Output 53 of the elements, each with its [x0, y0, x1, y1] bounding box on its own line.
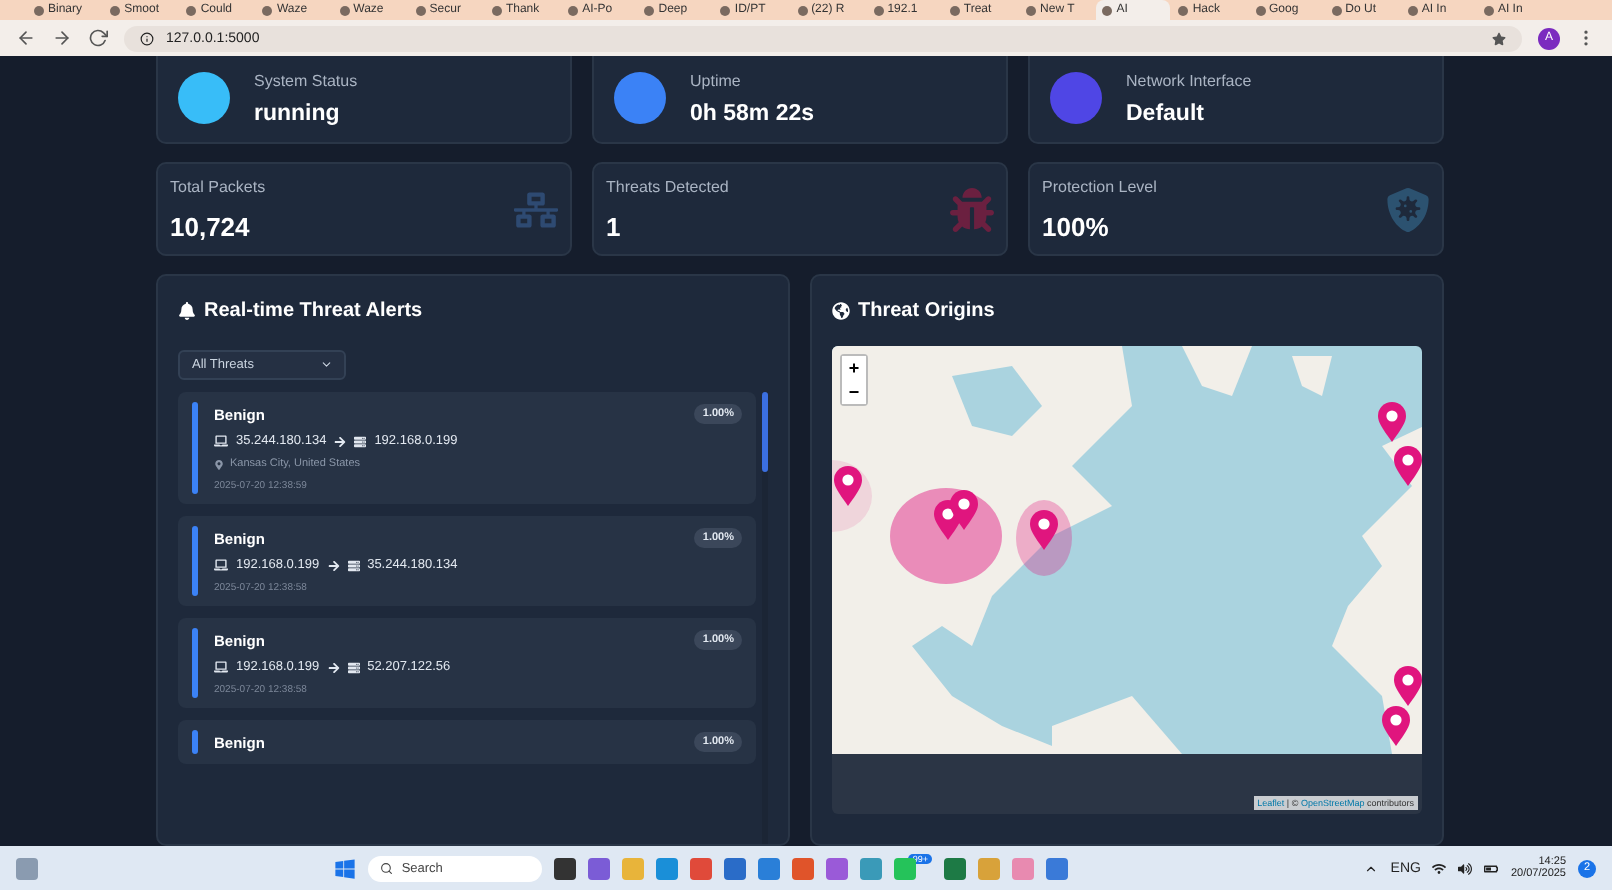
card-value: 10,724 [170, 211, 252, 241]
app-icon[interactable] [554, 857, 577, 879]
shield-icon [1386, 187, 1430, 231]
card-value: 1 [606, 211, 623, 241]
map-pin-icon[interactable] [1030, 510, 1058, 550]
card-value: Default [1126, 101, 1206, 125]
bug-icon [950, 187, 994, 231]
battery-icon[interactable] [1484, 861, 1499, 875]
panel-title: Threat Origins [858, 300, 995, 322]
arrow-icon [334, 435, 347, 447]
laptop-icon [214, 558, 228, 572]
card-label: Uptime [690, 71, 743, 89]
app-icon[interactable] [943, 857, 966, 879]
tray-chevron-icon[interactable] [1364, 861, 1379, 875]
back-icon[interactable] [16, 28, 36, 48]
server-icon [347, 661, 360, 673]
map-pin-icon[interactable] [1378, 402, 1406, 442]
location-pin-icon [214, 459, 224, 469]
card-label: Threats Detected [606, 177, 729, 195]
server-icon [354, 435, 367, 447]
map-pin-icon[interactable] [950, 490, 978, 530]
volume-icon[interactable] [1458, 861, 1473, 875]
globe-icon [832, 302, 850, 320]
scrollbar-thumb[interactable] [762, 392, 768, 472]
wifi-icon[interactable] [1432, 861, 1447, 875]
bell-icon [178, 302, 196, 320]
start-button[interactable] [334, 857, 357, 879]
info-icon[interactable] [140, 31, 154, 45]
arrow-icon [327, 661, 340, 673]
bookmark-star-icon[interactable] [1492, 31, 1506, 45]
map-pin-icon[interactable] [1394, 666, 1422, 706]
panel-title: Real-time Threat Alerts [204, 300, 423, 322]
server-icon [347, 559, 360, 571]
map-pin-icon[interactable] [834, 466, 862, 506]
search-icon [380, 861, 394, 875]
card-value: 0h 58m 22s [690, 101, 815, 125]
arrow-icon [327, 559, 340, 571]
card-value: 100% [1042, 211, 1111, 241]
reload-icon[interactable] [88, 28, 108, 48]
laptop-icon [214, 434, 228, 448]
card-label: System Status [254, 71, 358, 89]
card-label: Total Packets [170, 177, 266, 195]
laptop-icon [214, 660, 228, 674]
network-icon [514, 187, 558, 231]
card-value: running [254, 101, 342, 125]
card-label: Protection Level [1042, 177, 1157, 195]
card-label: Network Interface [1126, 71, 1252, 89]
map-pin-icon[interactable] [1382, 706, 1410, 746]
south-america-landmass [1052, 696, 1182, 754]
forward-icon[interactable] [52, 28, 72, 48]
hudson-bay [952, 366, 1042, 436]
map-pin-icon[interactable] [1394, 446, 1422, 486]
chevron-down-icon [319, 358, 332, 372]
